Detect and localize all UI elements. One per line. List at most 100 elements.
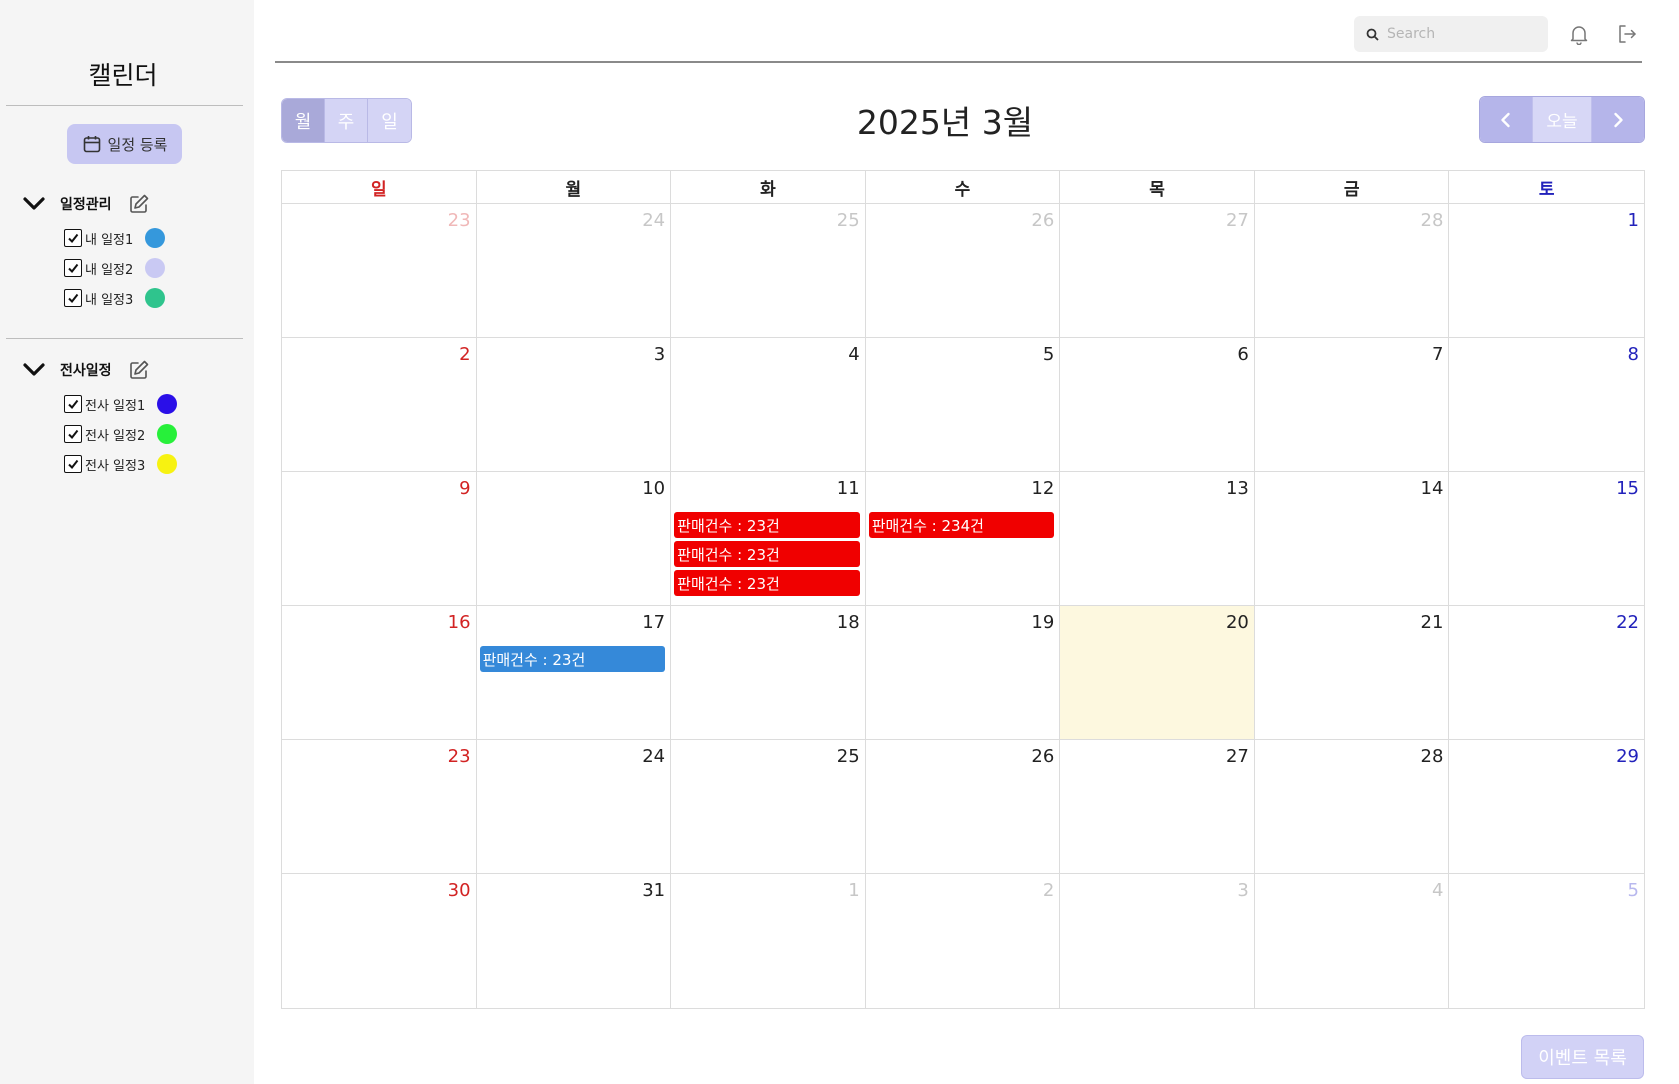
chevron-down-icon[interactable]	[22, 195, 46, 213]
calendar-item[interactable]: 전사 일정3	[64, 454, 178, 474]
event-list-button[interactable]: 이벤트 목록	[1521, 1035, 1644, 1079]
day-cell[interactable]: 28	[1255, 740, 1450, 873]
day-cell[interactable]: 2	[866, 874, 1061, 1008]
day-number[interactable]: 24	[480, 210, 665, 234]
day-cell[interactable]: 27	[1060, 740, 1255, 873]
day-number[interactable]: 18	[674, 612, 860, 636]
day-cell-today[interactable]: 20	[1060, 606, 1255, 739]
day-cell[interactable]: 29	[1449, 740, 1644, 873]
day-cell[interactable]: 24	[477, 204, 672, 337]
day-number[interactable]: 15	[1452, 478, 1639, 502]
day-cell[interactable]: 26	[866, 204, 1061, 337]
day-number[interactable]: 24	[480, 746, 665, 770]
day-cell[interactable]: 4	[671, 338, 866, 471]
checkbox[interactable]	[64, 425, 82, 443]
checkbox[interactable]	[64, 395, 82, 413]
day-cell[interactable]: 3	[477, 338, 672, 471]
calendar-item[interactable]: 내 일정3	[64, 288, 166, 308]
day-number[interactable]: 26	[869, 746, 1054, 770]
day-number[interactable]: 5	[869, 344, 1054, 368]
day-cell[interactable]: 26	[866, 740, 1061, 873]
day-cell[interactable]: 31	[477, 874, 672, 1008]
checkbox[interactable]	[64, 259, 82, 277]
day-number[interactable]: 23	[285, 210, 471, 234]
day-number[interactable]: 4	[674, 344, 859, 368]
day-number[interactable]: 27	[1063, 746, 1249, 770]
day-number[interactable]: 16	[285, 612, 471, 636]
edit-icon[interactable]	[128, 193, 150, 215]
day-number[interactable]: 12	[869, 478, 1054, 502]
day-number[interactable]: 29	[1452, 746, 1639, 770]
day-number[interactable]: 28	[1258, 210, 1444, 234]
day-number[interactable]: 27	[1063, 210, 1249, 234]
add-event-button[interactable]: 일정 등록	[67, 124, 182, 164]
day-number[interactable]: 22	[1452, 612, 1639, 636]
day-number[interactable]: 7	[1258, 344, 1443, 368]
day-number[interactable]: 8	[1452, 344, 1639, 368]
event-chip[interactable]: 판매건수 : 23건	[479, 646, 666, 672]
day-number[interactable]: 1	[674, 880, 859, 904]
view-day-button[interactable]: 일	[368, 99, 411, 142]
day-cell[interactable]: 24	[477, 740, 672, 873]
event-chip[interactable]: 판매건수 : 23건	[674, 512, 860, 538]
day-cell[interactable]: 1	[1449, 204, 1644, 337]
day-cell[interactable]: 16	[282, 606, 477, 739]
day-number[interactable]: 23	[285, 746, 471, 770]
group-header-company-schedule[interactable]: 전사일정	[22, 359, 150, 381]
day-cell[interactable]: 5	[866, 338, 1061, 471]
day-cell[interactable]: 2	[282, 338, 477, 471]
day-number[interactable]: 25	[674, 210, 860, 234]
day-cell[interactable]: 9	[282, 472, 477, 605]
calendar-item[interactable]: 전사 일정2	[64, 424, 178, 444]
day-number[interactable]: 11	[674, 478, 860, 502]
view-month-button[interactable]: 월	[282, 99, 325, 142]
day-number[interactable]: 21	[1258, 612, 1444, 636]
day-number[interactable]: 19	[869, 612, 1054, 636]
day-cell[interactable]: 7	[1255, 338, 1450, 471]
day-cell[interactable]: 4	[1255, 874, 1450, 1008]
event-chip[interactable]: 판매건수 : 234건	[868, 512, 1055, 538]
day-number[interactable]: 25	[674, 746, 860, 770]
day-number[interactable]: 28	[1258, 746, 1444, 770]
day-number[interactable]: 30	[285, 880, 471, 904]
day-cell[interactable]: 21	[1255, 606, 1450, 739]
bell-icon[interactable]	[1568, 23, 1590, 45]
day-cell[interactable]: 14	[1255, 472, 1450, 605]
day-number[interactable]: 26	[869, 210, 1054, 234]
day-cell[interactable]: 11 판매건수 : 23건 판매건수 : 23건 판매건수 : 23건	[671, 472, 866, 605]
view-week-button[interactable]: 주	[325, 99, 368, 142]
day-cell[interactable]: 19	[866, 606, 1061, 739]
day-number[interactable]: 2	[285, 344, 470, 368]
day-cell[interactable]: 30	[282, 874, 477, 1008]
day-cell[interactable]: 25	[671, 204, 866, 337]
day-number[interactable]: 9	[285, 478, 470, 502]
day-number[interactable]: 5	[1452, 880, 1639, 904]
group-header-my-schedule[interactable]: 일정관리	[22, 193, 150, 215]
calendar-item[interactable]: 전사 일정1	[64, 394, 178, 414]
day-number[interactable]: 3	[480, 344, 665, 368]
event-chip[interactable]: 판매건수 : 23건	[674, 570, 860, 596]
day-number[interactable]: 13	[1063, 478, 1249, 502]
day-cell[interactable]: 18	[671, 606, 866, 739]
calendar-item[interactable]: 내 일정1	[64, 228, 166, 248]
day-number[interactable]: 17	[480, 612, 665, 636]
day-number[interactable]: 4	[1258, 880, 1443, 904]
chevron-down-icon[interactable]	[22, 361, 46, 379]
day-cell[interactable]: 22	[1449, 606, 1644, 739]
day-cell[interactable]: 10	[477, 472, 672, 605]
calendar-item[interactable]: 내 일정2	[64, 258, 166, 278]
day-cell[interactable]: 13	[1060, 472, 1255, 605]
day-cell[interactable]: 17 판매건수 : 23건	[477, 606, 672, 739]
day-number[interactable]: 2	[869, 880, 1054, 904]
day-number[interactable]: 1	[1452, 210, 1639, 234]
day-cell[interactable]: 3	[1060, 874, 1255, 1008]
day-cell[interactable]: 28	[1255, 204, 1450, 337]
day-cell[interactable]: 23	[282, 740, 477, 873]
day-cell[interactable]: 23	[282, 204, 477, 337]
day-number[interactable]: 10	[480, 478, 665, 502]
next-month-button[interactable]	[1592, 97, 1644, 142]
checkbox[interactable]	[64, 289, 82, 307]
day-number[interactable]: 3	[1063, 880, 1248, 904]
event-chip[interactable]: 판매건수 : 23건	[674, 541, 860, 567]
edit-icon[interactable]	[128, 359, 150, 381]
